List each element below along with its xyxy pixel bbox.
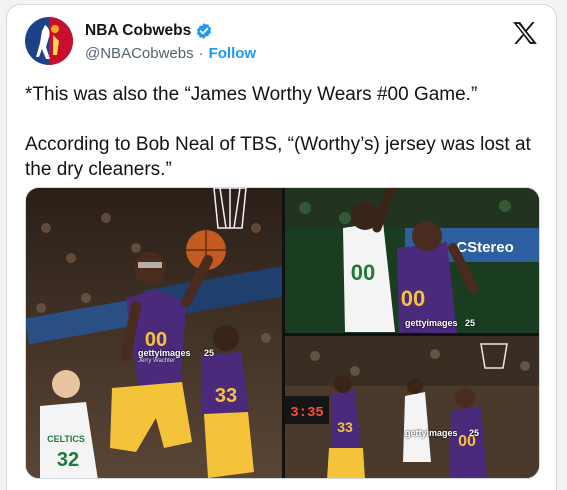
photo-credit: Jerry Wachter — [138, 358, 176, 364]
tweet-text: *This was also the “James Worthy Wears #… — [25, 84, 531, 180]
handle-row: @NBACobwebs · Follow — [85, 45, 256, 62]
account-handle[interactable]: @NBACobwebs — [85, 45, 194, 62]
opponent-team-text: CELTICS — [47, 434, 85, 444]
photo-worthy-layup-image: 00 33 CELTICS 32 — [26, 188, 282, 478]
photo-game-action-image: 3:35 33 00 — [285, 336, 539, 478]
getty-badge: 25 — [204, 348, 215, 358]
jersey-number-secondary: 33 — [337, 419, 353, 435]
jersey-number-secondary: 33 — [215, 385, 237, 407]
avatar-logo-icon — [25, 17, 73, 65]
media-grid: 00 33 CELTICS 32 gettyimages Jerry Wacht… — [25, 187, 540, 479]
jersey-number-primary: 00 — [401, 286, 425, 311]
separator-dot: · — [198, 45, 204, 62]
display-name[interactable]: NBA Cobwebs — [85, 22, 191, 40]
jersey-number-opponent: 32 — [57, 449, 79, 471]
getty-watermark-text: gettyimages — [138, 348, 191, 358]
getty-watermark: gettyimages Jerry Wachter — [138, 348, 191, 364]
scoreboard-clock: 3:35 — [290, 405, 324, 421]
x-logo-icon[interactable] — [512, 21, 538, 45]
tweet-card: NBA Cobwebs @NBACobwebs · Follow *This w… — [6, 4, 557, 490]
jersey-number-opponent: 00 — [351, 260, 375, 285]
avatar[interactable] — [25, 17, 73, 65]
account-name-row[interactable]: NBA Cobwebs — [85, 22, 213, 40]
photo-game-action[interactable]: 3:35 33 00 gettyimages 25 — [285, 336, 539, 478]
follow-button[interactable]: Follow — [209, 45, 257, 62]
photo-rebound-image: CStereo 00 00 — [285, 188, 539, 333]
getty-watermark: gettyimages — [405, 428, 458, 438]
photo-worthy-layup[interactable]: 00 33 CELTICS 32 gettyimages Jerry Wacht… — [26, 188, 282, 478]
verified-badge-icon — [197, 23, 212, 39]
photo-rebound[interactable]: CStereo 00 00 gettyimages 25 — [285, 188, 539, 333]
getty-badge: 25 — [465, 318, 476, 328]
arena-signage: CStereo — [456, 239, 514, 256]
getty-badge: 25 — [469, 428, 480, 438]
getty-watermark: gettyimages — [405, 318, 458, 328]
